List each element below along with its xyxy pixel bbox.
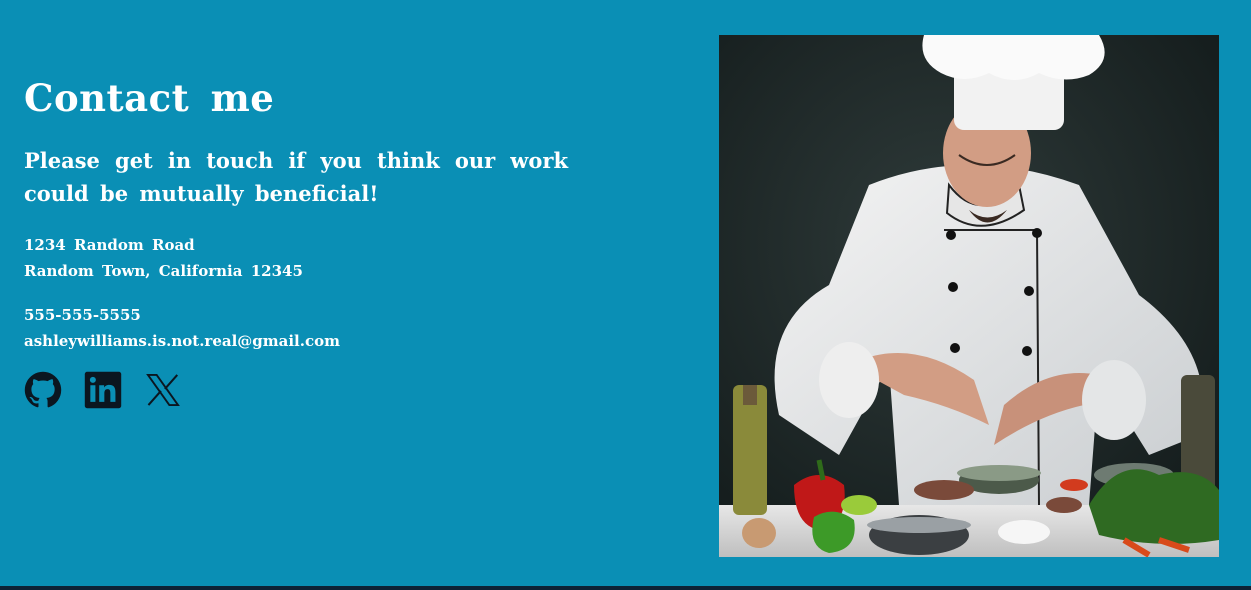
address-line-2: Random Town, California 12345 xyxy=(24,262,303,280)
address-line-1: 1234 Random Road xyxy=(24,236,195,254)
github-link[interactable] xyxy=(24,370,62,410)
contact-section: Contact me Please get in touch if you th… xyxy=(0,0,1251,586)
x-icon xyxy=(146,374,180,406)
contact-text-column: Contact me Please get in touch if you th… xyxy=(24,74,568,354)
address-block: 1234 Random Road Random Town, California… xyxy=(24,232,568,284)
chef-photo xyxy=(719,35,1219,557)
contact-heading: Contact me xyxy=(24,76,275,120)
github-icon xyxy=(24,371,62,408)
phone-number[interactable]: 555-555-5555 xyxy=(24,302,568,328)
x-link[interactable] xyxy=(144,370,182,410)
bottom-bar xyxy=(0,586,1251,590)
linkedin-link[interactable] xyxy=(84,370,122,410)
linkedin-icon xyxy=(84,371,122,409)
social-links xyxy=(24,370,182,410)
contact-tagline: Please get in touch if you think our wor… xyxy=(24,148,568,206)
email-link[interactable]: ashleywilliams.is.not.real@gmail.com xyxy=(24,328,568,354)
